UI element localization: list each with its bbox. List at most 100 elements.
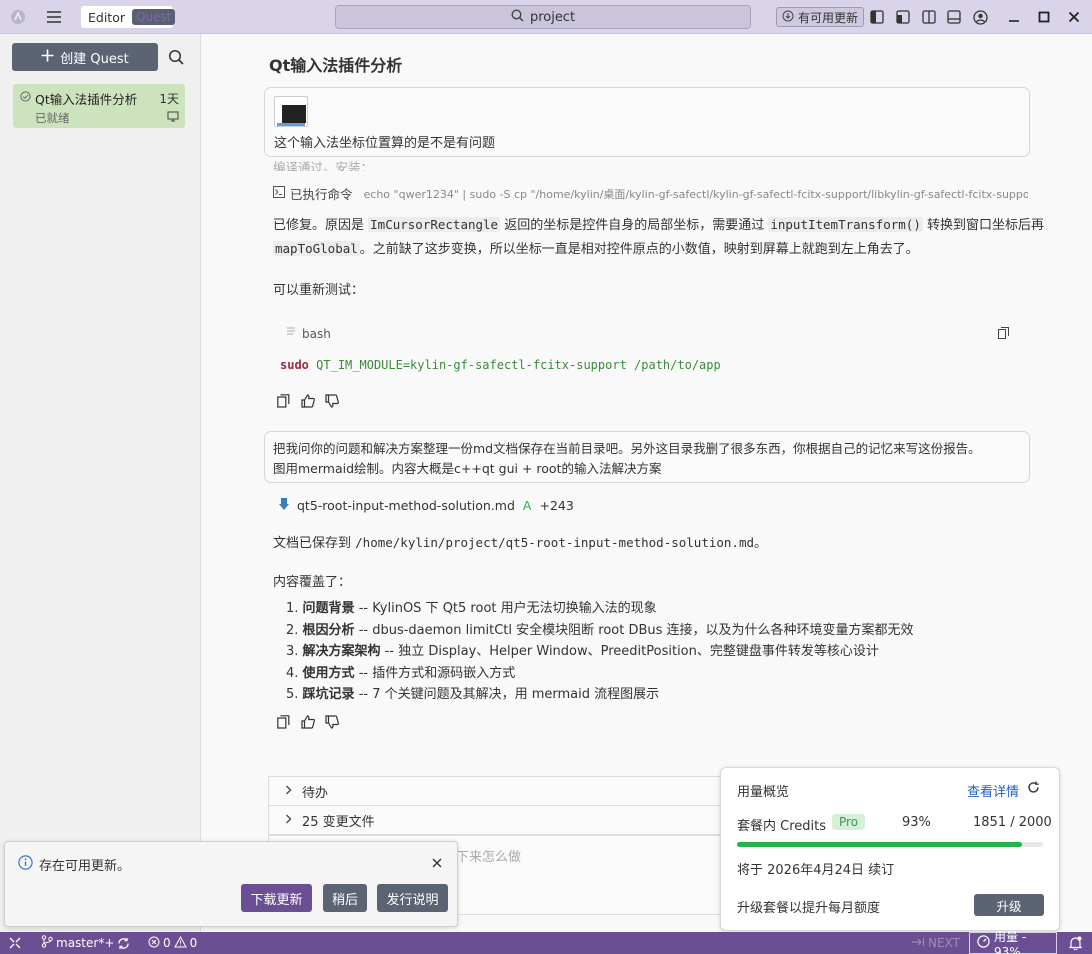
problems-indicator[interactable]: 0 0 [148, 935, 197, 951]
create-quest-button[interactable]: 创建 Quest [12, 43, 158, 71]
code-keyword: sudo [280, 358, 309, 372]
later-button[interactable]: 稍后 [323, 884, 367, 912]
account-icon[interactable] [972, 7, 988, 27]
app-logo-icon [9, 7, 27, 27]
bell-icon[interactable] [1069, 935, 1082, 951]
thumbs-up-icon[interactable] [301, 715, 315, 729]
layout-left-icon[interactable] [869, 7, 885, 27]
arrow-to-line-icon [912, 936, 925, 950]
fix-text-a: 已修复。原因是 [273, 218, 369, 233]
layout-split-icon[interactable] [895, 7, 911, 27]
user-message-2-line1: 把我问你的问题和解决方案整理一份md文档保存在当前目录吧。另外这目录我删了很多东… [273, 441, 981, 456]
release-notes-button[interactable]: 发行说明 [377, 884, 448, 912]
check-circle-icon [20, 91, 31, 106]
markdown-file-icon [279, 498, 289, 513]
git-branch[interactable]: master*+ [41, 935, 114, 951]
terminal-icon [273, 185, 285, 202]
saved-text: 文档已保存到 [273, 536, 356, 551]
user-message-text: 这个输入法坐标位置算的是不是有问题 [274, 136, 496, 151]
screenshot-thumbnail[interactable] [274, 96, 308, 127]
download-circle-icon [782, 10, 794, 25]
inline-code: inputItemTransform() [768, 217, 923, 232]
close-notification-icon[interactable] [432, 857, 442, 872]
changed-file-row[interactable]: qt5-root-input-method-solution.md A +243 [279, 498, 574, 513]
git-branch-icon [41, 935, 53, 951]
executed-command-row[interactable]: 已执行命令 echo "qwer1234" | sudo -S cp "/hom… [273, 184, 1028, 203]
user-message-2: 把我问你的问题和解决方案整理一份md文档保存在当前目录吧。另外这目录我删了很多东… [264, 431, 1030, 483]
quest-list-item[interactable]: Qt输入法插件分析 1天 已就绪 [13, 84, 185, 128]
search-icon [511, 8, 524, 26]
message-actions-1 [277, 394, 339, 408]
copy-icon[interactable] [277, 394, 291, 408]
code-line: sudo QT_IM_MODULE=kylin-gf-safectl-fcitx… [280, 358, 721, 372]
executed-label: 已执行命令 [290, 187, 353, 202]
inline-code: ImCursorRectangle [368, 217, 501, 232]
usage-status-item[interactable]: 用量 - 93% [969, 930, 1057, 954]
fix-paragraph-line1: 已修复。原因是 ImCursorRectangle 返回的坐标是控件自身的局部坐… [273, 215, 1044, 236]
gauge-icon [977, 935, 990, 951]
update-pill-label: 有可用更新 [798, 10, 859, 25]
saved-path: /home/kylin/project/qt5-root-input-metho… [355, 535, 754, 550]
quest-status: 已就绪 [35, 111, 70, 125]
mode-switch[interactable]: Editor Quest [81, 6, 176, 28]
layout-bottom-icon[interactable] [946, 7, 962, 27]
todo-section[interactable]: 待办 [268, 776, 730, 806]
thumbs-up-icon[interactable] [301, 394, 315, 408]
list-item: 2. 根因分析 -- dbus-daemon limitCtl 安全模块阻断 r… [286, 622, 914, 638]
mode-editor[interactable]: Editor [88, 10, 125, 25]
info-icon [18, 855, 33, 874]
user-message-1: 这个输入法坐标位置算的是不是有问题 [264, 87, 1030, 157]
remote-icon[interactable] [9, 935, 21, 951]
copy-icon[interactable] [277, 715, 291, 729]
search-bar[interactable]: project [335, 5, 751, 29]
user-message-2-line2: 图用mermaid绘制。内容大概是c++qt gui + root的输入法解决方… [273, 461, 662, 476]
thumbs-down-icon[interactable] [325, 394, 339, 408]
sync-icon[interactable] [117, 935, 130, 951]
chevron-right-icon [285, 813, 292, 828]
download-update-button[interactable]: 下载更新 [241, 884, 312, 912]
usage-progress-track [737, 842, 1043, 847]
list-item: 4. 使用方式 -- 插件方式和源码嵌入方式 [286, 665, 516, 681]
search-text: project [529, 9, 576, 25]
menu-icon[interactable] [45, 7, 63, 27]
next-indicator[interactable]: NEXT [912, 935, 960, 951]
code-language: bash [302, 327, 331, 341]
view-details-link[interactable]: 查看详情 [967, 781, 1019, 800]
close-window-icon[interactable] [1066, 7, 1082, 27]
covers-text: 内容覆盖了： [273, 575, 352, 590]
layout-columns-icon[interactable] [921, 7, 937, 27]
thumbs-down-icon[interactable] [325, 715, 339, 729]
warning-count: 0 [189, 936, 198, 950]
minimize-icon[interactable] [1006, 7, 1022, 27]
executed-command: echo "qwer1234" | sudo -S cp "/home/kyli… [363, 187, 1028, 201]
saved-paragraph: 文档已保存到 /home/kylin/project/qt5-root-inpu… [273, 532, 767, 551]
changed-files-section[interactable]: 25 变更文件 [268, 805, 730, 835]
saved-period: 。 [754, 536, 768, 551]
update-available-button[interactable]: 有可用更新 [776, 7, 865, 27]
refresh-icon[interactable] [1027, 781, 1040, 798]
file-diff-count: +243 [539, 498, 574, 513]
create-quest-label: 创建 Quest [60, 51, 129, 67]
changed-files-label: 25 变更文件 [302, 814, 375, 830]
search-quest-icon[interactable] [168, 49, 184, 69]
update-notification: 存在可用更新。 下载更新 稍后 发行说明 [4, 841, 458, 927]
title-bar: Editor Quest project 有可用更新 [0, 0, 1092, 34]
maximize-icon[interactable] [1036, 7, 1052, 27]
usage-overview-popup: 用量概览 查看详情 套餐内 Credits Pro 93% 1851 / 200… [720, 767, 1060, 931]
fix-text-c: 转换到窗口坐标后再 [922, 218, 1044, 233]
chevron-right-icon [285, 784, 292, 799]
error-icon [148, 936, 160, 951]
plan-badge: Pro [832, 814, 866, 830]
quest-title: Qt输入法插件分析 [35, 92, 138, 107]
branch-name: master*+ [56, 936, 115, 950]
list-item: 1. 问题背景 -- KylinOS 下 Qt5 root 用户无法切换输入法的… [286, 601, 657, 616]
mode-quest[interactable]: Quest [132, 9, 176, 25]
usage-progress-fill [737, 842, 1022, 847]
fix-paragraph-line2: mapToGlobal 。之前缺了这步变换，所以坐标一直是相对控件原点的小数值，映… [273, 239, 919, 260]
copy-code-icon[interactable] [998, 327, 1009, 343]
upgrade-button[interactable]: 升级 [974, 894, 1044, 916]
status-bar: master*+ 0 0 NEXT 用量 - 93% [0, 930, 1092, 954]
usage-percent: 93% [902, 815, 931, 830]
retest-text: 可以重新测试： [273, 283, 365, 298]
content-list: 1. 问题背景 -- KylinOS 下 Qt5 root 用户无法切换输入法的… [286, 598, 914, 706]
